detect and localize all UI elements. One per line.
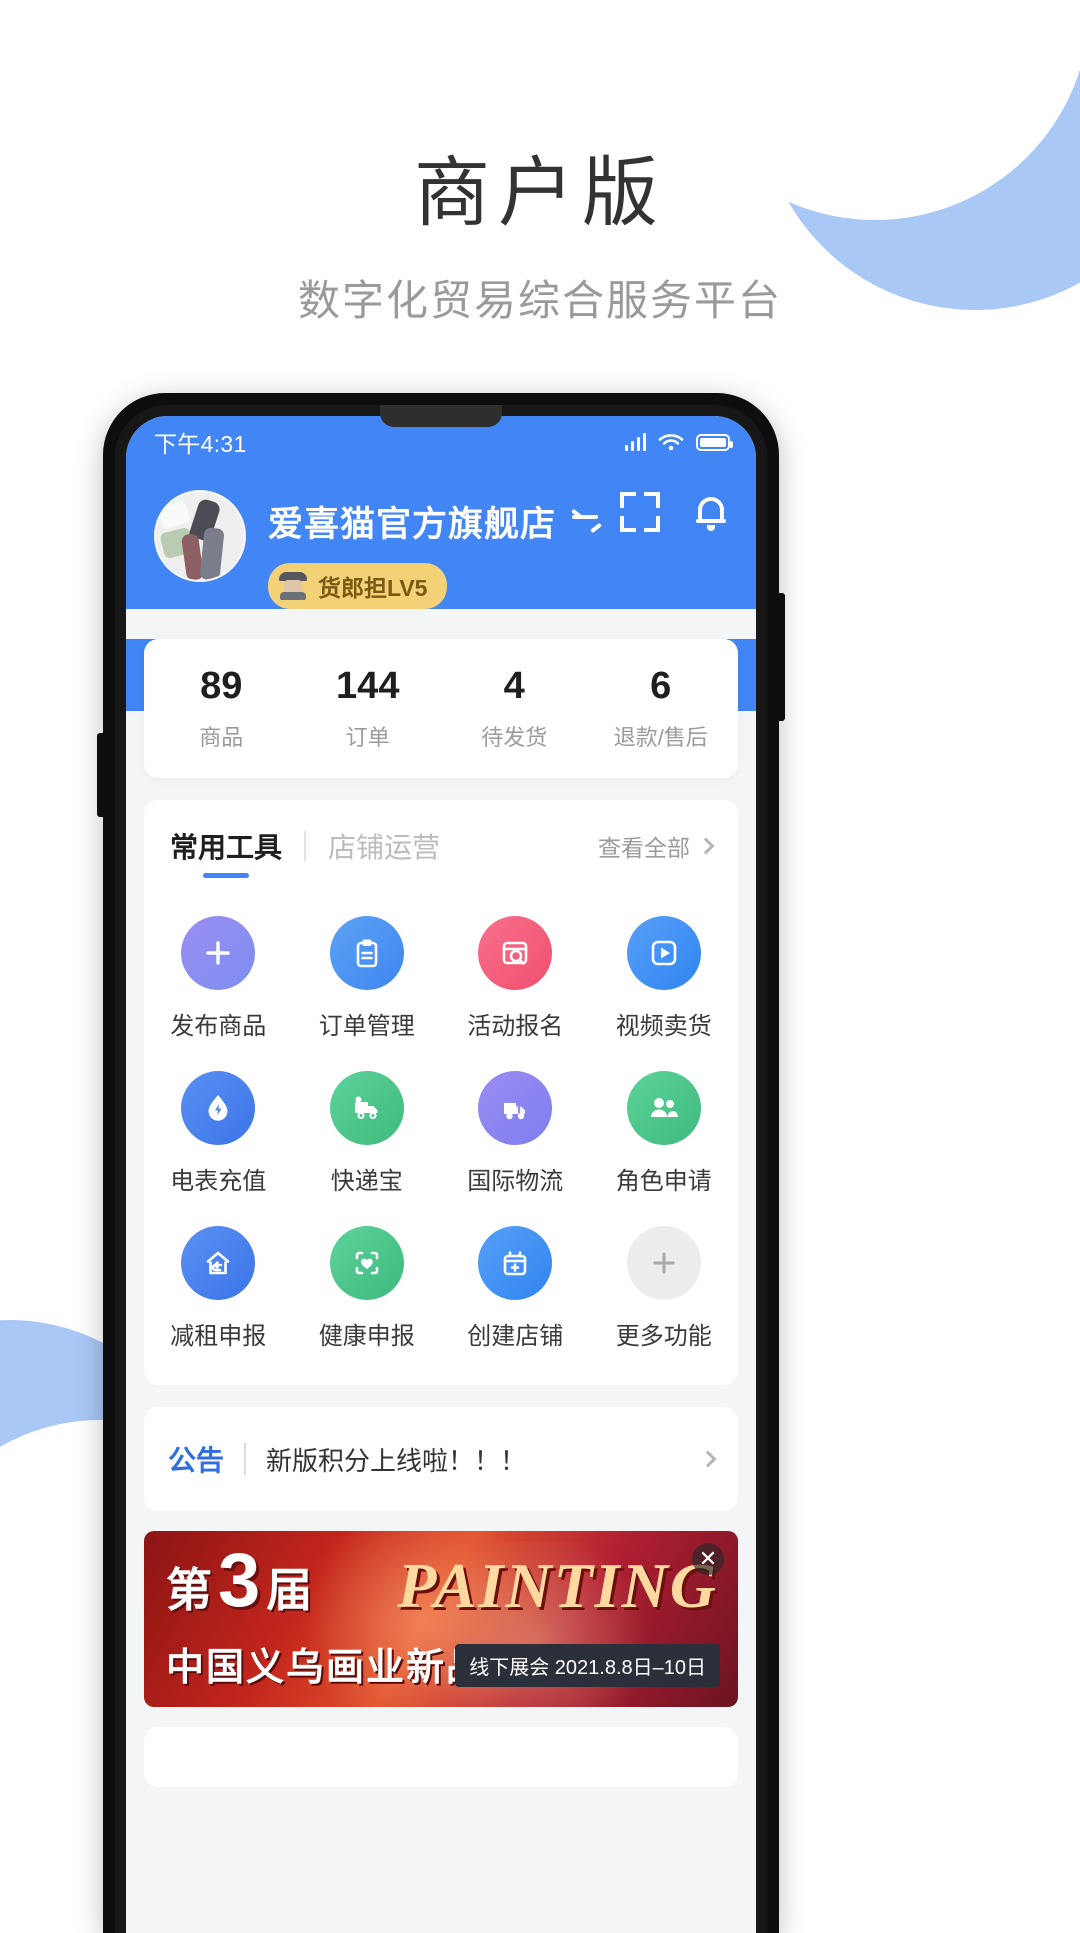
banner-session: 届 [266,1564,313,1616]
tool-label: 减租申报 [170,1323,267,1350]
tool-create-shop[interactable]: 创建店铺 [441,1214,590,1363]
tool-international-logistics[interactable]: 国际物流 [441,1059,590,1208]
bell-icon[interactable] [694,493,728,531]
phone-notch [380,405,502,427]
shop-name: 爱喜猫官方旗舰店 [268,505,557,544]
more-plus-icon [626,1226,701,1300]
page-title: 商户版 [414,151,666,236]
promo-banner[interactable]: 第 3 届 PAINTING 中国义乌画业新品订货会 线下展会 2021.8.8… [144,1531,738,1707]
stat-value: 144 [336,665,400,707]
level-badge-label: 货郎担LV5 [318,575,428,601]
stats-card: 89 商品 144 订单 4 待发货 6 退款/售后 [144,639,738,778]
next-card-peek [144,1727,738,1787]
stat-label: 订单 [345,725,390,750]
tool-label: 国际物流 [467,1168,564,1195]
stat-value: 6 [650,665,672,707]
banner-ordinal: 第 [166,1564,212,1616]
tab-shop-operations[interactable]: 店铺运营 [328,826,440,878]
chevron-right-icon [699,1450,717,1468]
avatar[interactable] [154,490,246,582]
tool-label: 健康申报 [318,1323,415,1350]
stat-label: 退款/售后 [613,725,708,750]
tool-label: 创建店铺 [467,1323,564,1350]
tool-label: 电表充值 [170,1168,267,1195]
chevron-right-icon [697,837,715,855]
shop-name-row[interactable]: 爱喜猫官方旗舰店 [268,496,602,547]
view-all-button[interactable]: 查看全部 [598,829,715,875]
plus-icon [181,916,256,990]
stat-label: 商品 [199,725,244,750]
tool-label: 更多功能 [615,1323,712,1350]
phone-screen: 下午4:31 爱喜猫官方旗舰店 货郎担LV5 89 商品 144 订单 4 待发… [126,416,756,1933]
stat-value: 4 [503,665,525,707]
announcement-divider [244,1443,247,1475]
tool-label: 活动报名 [467,1013,564,1040]
stat-value: 89 [200,665,243,707]
tool-label: 角色申请 [615,1168,712,1195]
clipboard-icon [329,916,404,990]
tool-activity-signup[interactable]: 活动报名 [441,904,590,1053]
tool-label: 发布商品 [170,1013,267,1040]
tool-meter-recharge[interactable]: 电表充值 [144,1059,293,1208]
stat-label: 待发货 [481,725,548,750]
stat-item[interactable]: 6 退款/售后 [588,665,735,752]
users-icon [626,1071,701,1145]
health-scan-icon [329,1226,404,1300]
announcement-text: 新版积分上线啦！！！ [266,1445,527,1476]
tool-label: 快递宝 [330,1168,403,1195]
page-subtitle: 数字化贸易综合服务平台 [297,277,782,324]
header-actions [620,492,728,532]
close-icon[interactable]: ✕ [692,1543,724,1575]
status-badge[interactable]: 货郎担LV5 [268,563,448,609]
announcement-tag: 公告 [168,1445,225,1476]
tool-publish-product[interactable]: 发布商品 [144,904,293,1053]
shop-meta: 爱喜猫官方旗舰店 货郎担LV5 [268,490,602,609]
play-icon [626,916,701,990]
tool-more-functions[interactable]: 更多功能 [590,1214,739,1363]
wifi-icon [658,434,684,451]
tool-label: 视频卖货 [615,1013,712,1040]
announcement-bar[interactable]: 公告 新版积分上线啦！！！ [144,1407,738,1511]
tools-header: 常用工具 店铺运营 查看全部 [144,826,738,878]
tab-divider [304,831,307,861]
view-all-label: 查看全部 [598,835,690,861]
battery-icon [696,433,733,451]
tool-order-management[interactable]: 订单管理 [293,904,442,1053]
tools-grid: 发布商品 订单管理 活动报名 视频卖货 电表充值 快递宝 国际物流 角色申请 减… [144,904,738,1363]
shop-plus-icon [478,1226,553,1300]
status-time: 下午4:31 [154,431,247,457]
scan-icon[interactable] [620,492,660,532]
switch-shop-icon[interactable] [571,508,602,535]
status-indicators [624,432,733,452]
banner-title-row: 第 3 届 [166,1538,313,1623]
power-drop-icon [181,1071,256,1145]
global-truck-icon [478,1071,553,1145]
phone-volume-button [97,733,106,817]
house-tag-icon [181,1226,256,1300]
tab-common-tools[interactable]: 常用工具 [170,826,282,878]
tool-rent-reduction[interactable]: 减租申报 [144,1214,293,1363]
phone-mockup: 下午4:31 爱喜猫官方旗舰店 货郎担LV5 89 商品 144 订单 4 待发… [97,393,785,1933]
banner-date: 线下展会 2021.8.8日–10日 [455,1644,720,1687]
tool-role-application[interactable]: 角色申请 [590,1059,739,1208]
tool-video-selling[interactable]: 视频卖货 [590,904,739,1053]
search-box-icon [478,916,553,990]
truck-icon [329,1071,404,1145]
banner-en-title: PAINTING [397,1550,718,1621]
tools-card: 常用工具 店铺运营 查看全部 发布商品 订单管理 活动报名 视频卖货 电表充值 … [144,800,738,1385]
shop-header: 爱喜猫官方旗舰店 货郎担LV5 [126,468,756,609]
phone-power-button [776,593,785,721]
promo-header: 商户版 数字化贸易综合服务平台 [0,0,1080,328]
stat-item[interactable]: 4 待发货 [441,665,588,752]
merchant-avatar-icon [278,572,308,600]
tool-express-treasure[interactable]: 快递宝 [293,1059,442,1208]
stat-item[interactable]: 89 商品 [148,665,295,752]
signal-bars-icon [624,433,646,451]
banner-number: 3 [218,1538,261,1623]
tool-label: 订单管理 [318,1013,415,1040]
stat-item[interactable]: 144 订单 [295,665,442,752]
tool-health-declaration[interactable]: 健康申报 [293,1214,442,1363]
